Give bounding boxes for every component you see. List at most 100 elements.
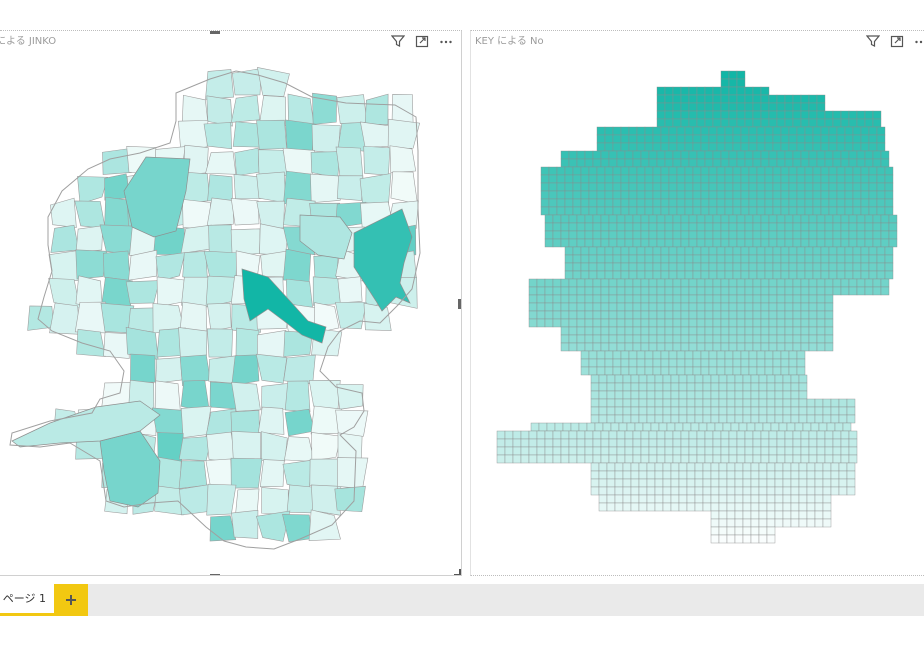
grid-cell-779: [812, 246, 822, 256]
grid-cell-343: [820, 166, 830, 176]
grid-cell-879: [628, 270, 638, 280]
grid-cell-462: [716, 190, 726, 200]
grid-cell-553: [740, 206, 750, 216]
grid-cell-550: [716, 206, 726, 216]
grid-cell-965: [592, 286, 602, 296]
grid-cell-756: [628, 246, 638, 256]
grid-cell-31: [744, 94, 754, 104]
grid-cell-1338: [788, 366, 798, 376]
grid-cell-570: [876, 206, 886, 216]
grid-cell-27: [712, 94, 722, 104]
grid-cell-344: [828, 166, 838, 176]
grid-cell-37: [792, 94, 802, 104]
grid-cell-1619: [608, 438, 618, 448]
grid-cell-191: [604, 142, 614, 152]
grid-cell-847: [700, 262, 710, 272]
grid-cell-1124: [592, 318, 602, 328]
grid-cell-872: [572, 270, 582, 280]
grid-cell-1323: [668, 366, 678, 376]
grid-cell-84: [832, 110, 842, 120]
grid-cell-57: [784, 102, 794, 112]
grid-cell-403: [596, 182, 606, 192]
grid-cell-743: [856, 238, 866, 248]
grid-cell-607: [824, 214, 834, 224]
grid-cell-1549: [762, 422, 772, 432]
grid-cell-769: [732, 246, 742, 256]
grid-cell-87: [856, 110, 866, 120]
grid-cell-1340: [590, 374, 600, 384]
grid-cell-279: [656, 158, 666, 168]
grid-cell-501: [676, 198, 686, 208]
grid-cell-320: [636, 166, 646, 176]
grid-cell-365: [644, 174, 654, 184]
grid-cell-1958: [814, 518, 824, 528]
resize-handle-corner[interactable]: [454, 569, 461, 575]
grid-cell-1469: [710, 406, 720, 416]
resize-handle-bottom[interactable]: [210, 574, 220, 575]
grid-cell-178: [788, 134, 798, 144]
grid-cell-1224: [576, 342, 586, 352]
grid-cell-1959: [822, 518, 832, 528]
grid-cell-1674: [688, 446, 698, 456]
grid-cell-1045: [568, 302, 578, 312]
grid-cell-999: [864, 286, 874, 296]
grid-cell-509: [740, 198, 750, 208]
grid-cell-1342: [606, 374, 616, 384]
resize-handle-top[interactable]: [210, 31, 220, 34]
grid-cell-1479: [790, 406, 800, 416]
grid-cell-816: [780, 254, 790, 264]
grid-cell-1020: [672, 294, 682, 304]
grid-cell-1887: [718, 494, 728, 504]
grid-cell-1611: [544, 438, 554, 448]
grid-cell-48: [712, 102, 722, 112]
grid-cell-537: [612, 206, 622, 216]
grid-cell-1402: [654, 390, 664, 400]
grid-cell-1308: [772, 358, 782, 368]
grid-cell-1427: [638, 398, 648, 408]
add-page-button[interactable]: [54, 584, 88, 616]
grid-cell-934: [704, 278, 714, 288]
grid-cell-1499: [686, 414, 696, 424]
grid-cell-678: [688, 230, 698, 240]
grid-cell-1370: [614, 382, 624, 392]
grid-cell-196: [644, 142, 654, 152]
grid-cell-674: [656, 230, 666, 240]
map-visual-jinko[interactable]: による JINKO: [0, 30, 462, 576]
grid-cell-527: [884, 198, 894, 208]
grid-cell-311: [564, 166, 574, 176]
grid-cell-1870: [838, 486, 848, 496]
grid-cell-680: [704, 230, 714, 240]
grid-cell-100: [736, 118, 746, 128]
grid-cell-1882: [678, 494, 688, 504]
district-map[interactable]: [0, 31, 462, 576]
grid-cell-505: [708, 198, 718, 208]
district-area-132: [283, 354, 316, 385]
grid-cell-588: [672, 214, 682, 224]
grid-cell-1713: [640, 454, 650, 464]
grid-cell-1498: [678, 414, 688, 424]
grid-cell-1662: [592, 446, 602, 456]
grid-cell-747: [888, 238, 898, 248]
grid-cell-844: [676, 262, 686, 272]
resize-handle-right[interactable]: [458, 299, 461, 309]
district-area-38: [207, 174, 233, 203]
district-area-172: [259, 459, 285, 488]
grid-cell-1525: [570, 422, 580, 432]
grid-cell-244: [704, 150, 714, 160]
grid-cell-1080: [544, 310, 554, 320]
grid-cell-1544: [722, 422, 732, 432]
grid-map-visual-key[interactable]: KEY による No: [470, 30, 924, 576]
district-area-16: [285, 119, 316, 153]
grid-mesh-map[interactable]: [471, 31, 924, 576]
grid-cell-1062: [704, 302, 714, 312]
grid-cell-1867: [814, 486, 824, 496]
grid-cell-972: [648, 286, 658, 296]
tab-page-1[interactable]: ページ 1: [0, 584, 54, 616]
grid-cell-390: [844, 174, 854, 184]
grid-cell-598: [752, 214, 762, 224]
district-area-183: [286, 484, 314, 514]
grid-cell-334: [748, 166, 758, 176]
grid-cell-1464: [670, 406, 680, 416]
grid-cell-1776: [614, 470, 624, 480]
grid-cell-1441: [750, 398, 760, 408]
